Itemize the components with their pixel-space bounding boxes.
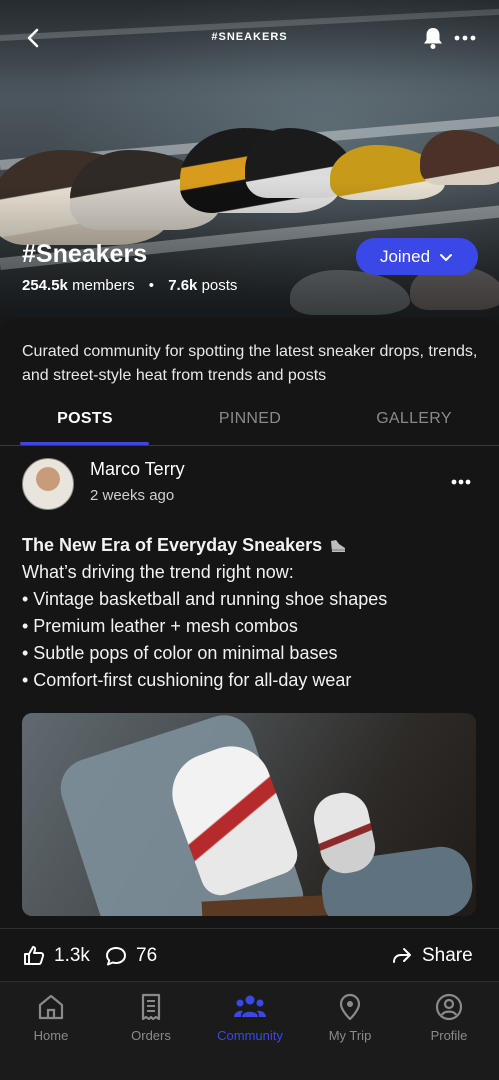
nav-profile[interactable]: Profile	[399, 992, 499, 1043]
nav-profile-label: Profile	[430, 1028, 468, 1043]
post-author[interactable]: Marco Terry	[90, 459, 185, 480]
comment-count: 76	[136, 945, 158, 966]
nav-my-trip[interactable]: My Trip	[300, 992, 400, 1043]
community-title: #Sneakers	[22, 240, 148, 268]
nav-home[interactable]: Home	[1, 992, 101, 1043]
tab-bar: POSTS PINNED GALLERY	[0, 400, 499, 446]
post-bullet: • Premium leather + mesh combos	[22, 616, 298, 636]
community-hero: #SNEAKERS #Sneakers 254.5k members • 7.6…	[0, 0, 499, 330]
nav-community[interactable]: Community	[200, 992, 300, 1043]
home-icon	[38, 994, 64, 1020]
post-bullet: • Vintage basketball and running shoe sh…	[22, 589, 388, 609]
posts-label: posts	[201, 277, 238, 294]
notifications-button[interactable]	[420, 24, 446, 52]
chevron-down-icon	[440, 253, 453, 261]
community-content: Curated community for spotting the lates…	[0, 318, 499, 982]
members-count: 254.5k	[22, 277, 68, 294]
members-label: members	[72, 277, 135, 294]
share-label: Share	[422, 945, 473, 966]
nav-orders[interactable]: Orders	[101, 992, 201, 1043]
joined-button[interactable]: Joined	[356, 238, 478, 275]
receipt-icon	[141, 993, 161, 1021]
nav-orders-label: Orders	[131, 1028, 171, 1043]
more-horizontal-icon	[451, 479, 471, 485]
top-bar: #SNEAKERS	[0, 18, 499, 58]
location-pin-icon	[339, 993, 361, 1021]
like-count: 1.3k	[54, 945, 90, 966]
post-title-row: The New Era of Everyday Sneakers	[22, 532, 482, 559]
posts-count: 7.6k	[168, 277, 198, 294]
more-horizontal-icon	[454, 35, 476, 41]
post-intro: What’s driving the trend right now:	[22, 562, 294, 582]
post-more-button[interactable]	[448, 472, 474, 492]
tab-gallery[interactable]: GALLERY	[344, 410, 484, 428]
post-image[interactable]	[22, 713, 476, 916]
more-options-button[interactable]	[452, 24, 478, 52]
community-description: Curated community for spotting the lates…	[22, 343, 478, 384]
post-header: Marco Terry 2 weeks ago	[0, 454, 499, 514]
nav-home-label: Home	[33, 1028, 69, 1043]
community-stats: 254.5k members • 7.6k posts	[22, 277, 237, 294]
tab-pinned[interactable]: PINNED	[180, 410, 320, 428]
post-bullet: • Comfort-first cushioning for all-day w…	[22, 670, 352, 690]
comment-button[interactable]: 76	[104, 944, 157, 968]
post-title: The New Era of Everyday Sneakers	[22, 535, 323, 555]
avatar[interactable]	[22, 458, 74, 510]
separator-dot: •	[148, 277, 155, 294]
nav-my-trip-label: My Trip	[328, 1028, 372, 1043]
active-tab-indicator	[20, 442, 149, 445]
sneaker-icon	[331, 539, 346, 552]
joined-label: Joined	[379, 246, 431, 266]
share-icon	[393, 948, 411, 963]
comment-icon	[106, 947, 126, 966]
community-icon	[234, 995, 266, 1017]
nav-community-label: Community	[217, 1028, 283, 1043]
bottom-navigation: Home Orders Community My Trip Profile	[0, 981, 499, 1080]
thumbs-up-icon	[24, 946, 45, 965]
post-body: The New Era of Everyday Sneakers What’s …	[22, 532, 482, 694]
post-timestamp: 2 weeks ago	[90, 487, 175, 504]
share-button[interactable]: Share	[390, 944, 473, 968]
post-actions: 1.3k 76 Share	[0, 928, 499, 982]
tab-posts[interactable]: POSTS	[15, 410, 155, 428]
profile-icon	[435, 993, 463, 1021]
post-bullet: • Subtle pops of color on minimal bases	[22, 643, 338, 663]
like-button[interactable]: 1.3k	[22, 944, 90, 968]
bell-icon	[424, 28, 442, 49]
